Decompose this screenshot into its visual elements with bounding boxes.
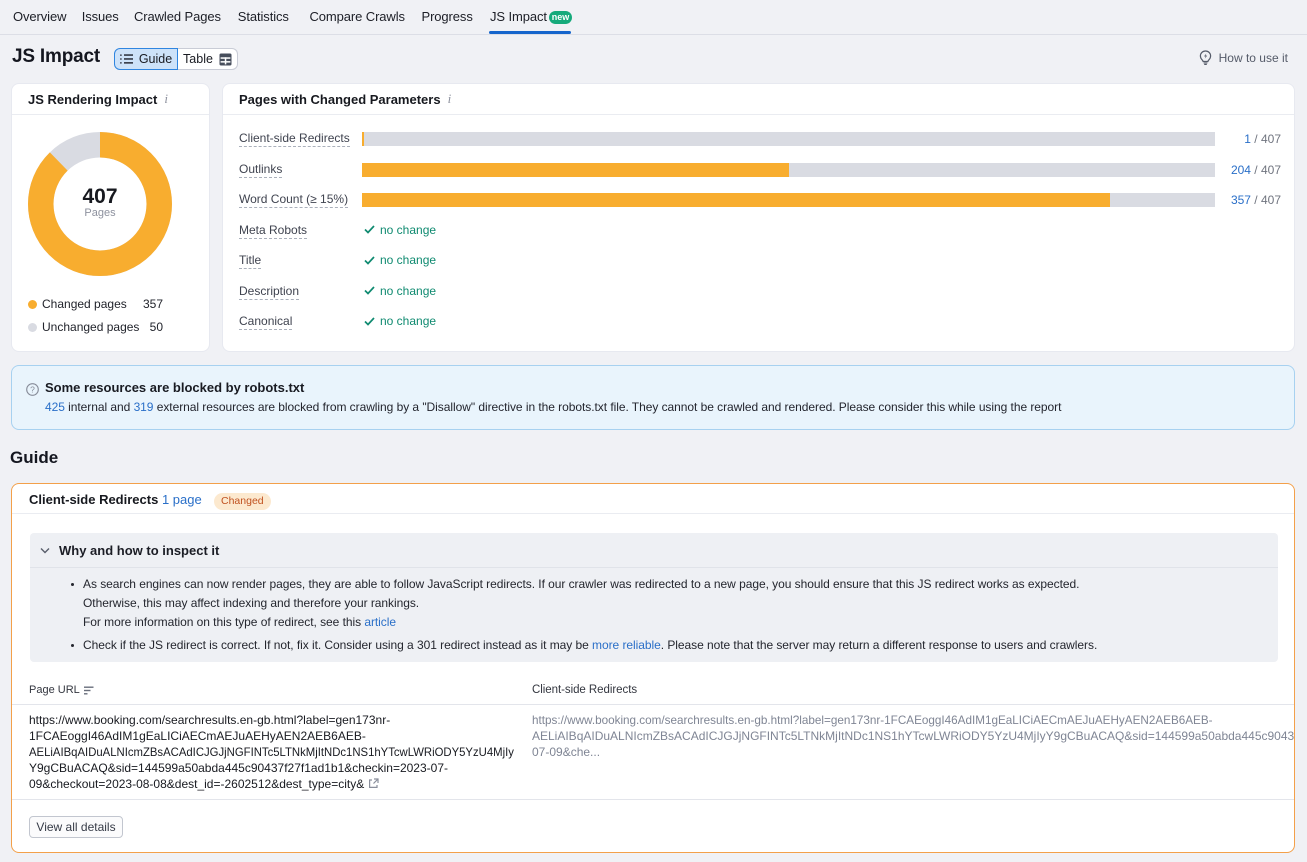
svg-text:?: ? [30, 384, 35, 394]
